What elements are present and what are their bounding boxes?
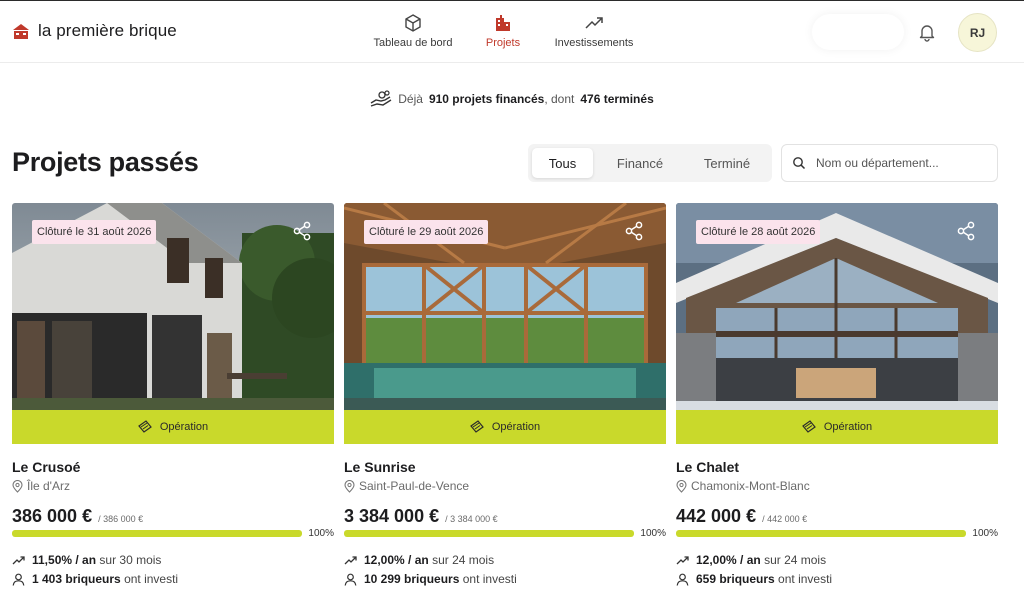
stats-line: Déjà 910 projets financés , dont 476 ter… <box>0 90 1024 108</box>
progress-fill <box>676 530 966 537</box>
search-icon <box>793 157 806 170</box>
rate-value: 12,00% / an <box>364 553 429 567</box>
progress-fill <box>12 530 302 537</box>
filter-all[interactable]: Tous <box>532 148 593 178</box>
top-navigation-bar: la première brique Tableau de bord Proje… <box>0 0 1024 63</box>
header-search-pill[interactable] <box>812 14 904 50</box>
nav-item-dashboard[interactable]: Tableau de bord <box>373 13 453 49</box>
cube-icon <box>405 14 421 32</box>
progress-bar <box>12 530 302 537</box>
operation-banner: Opération <box>344 410 666 444</box>
page-title: Projets passés <box>12 147 199 177</box>
amount-target: / 3 384 000 € <box>445 514 498 524</box>
amount-target: / 386 000 € <box>98 514 144 524</box>
share-icon[interactable] <box>956 221 976 241</box>
project-name[interactable]: Le Sunrise <box>344 459 416 475</box>
avatar[interactable]: RJ <box>958 13 997 52</box>
share-icon[interactable] <box>624 221 644 241</box>
project-search <box>781 144 998 182</box>
stats-financed: 910 projets financés <box>428 92 545 106</box>
investors-number: 1 403 briqueurs <box>32 572 121 586</box>
progress-bar <box>676 530 966 537</box>
project-card[interactable]: Clôturé le 28 août 2026 Opération Le Cha… <box>676 203 998 604</box>
stats-completed: 476 terminés <box>580 92 654 106</box>
stats-prefix: Déjà <box>398 92 423 106</box>
project-search-input[interactable] <box>816 156 986 170</box>
project-location: Chamonix-Mont-Blanc <box>676 479 810 493</box>
investors-count: 659 briqueurs ont investi <box>676 572 832 586</box>
project-card[interactable]: Clôturé le 31 août 2026 Opération Le Cru… <box>12 203 334 604</box>
nav-label-dashboard: Tableau de bord <box>373 37 453 49</box>
closing-date-badge: Clôturé le 29 août 2026 <box>364 220 489 244</box>
project-amount: 386 000 € / 386 000 € <box>12 506 143 527</box>
investors-count: 10 299 briqueurs ont investi <box>344 572 517 586</box>
investors-number: 10 299 briqueurs <box>364 572 460 586</box>
project-amount: 3 384 000 € / 3 384 000 € <box>344 506 498 527</box>
progress-percent: 100% <box>640 528 666 539</box>
operation-label: Opération <box>491 421 541 433</box>
filter-financed[interactable]: Financé <box>606 148 674 178</box>
trend-up-icon <box>12 555 25 564</box>
return-rate: 12,00% / an sur 24 mois <box>676 553 826 567</box>
location-label: Île d'Arz <box>27 479 70 493</box>
closing-date-badge: Clôturé le 28 août 2026 <box>696 220 821 244</box>
progress-percent: 100% <box>972 528 998 539</box>
user-icon <box>344 573 357 586</box>
progress-percent: 100% <box>308 528 334 539</box>
location-pin-icon <box>676 479 687 493</box>
bell-icon[interactable] <box>917 22 937 42</box>
rate-duration: sur 24 mois <box>764 553 827 567</box>
amount-target: / 442 000 € <box>762 514 808 524</box>
filter-tabs: Tous Financé Terminé <box>528 144 772 182</box>
location-pin-icon <box>12 479 23 493</box>
project-name[interactable]: Le Crusoé <box>12 459 80 475</box>
rate-duration: sur 30 mois <box>99 553 162 567</box>
operation-label: Opération <box>159 421 209 433</box>
project-amount: 442 000 € / 442 000 € <box>676 506 807 527</box>
return-rate: 12,00% / an sur 24 mois <box>344 553 494 567</box>
return-rate: 11,50% / an sur 30 mois <box>12 553 161 567</box>
filter-completed[interactable]: Terminé <box>692 148 762 178</box>
trend-up-icon <box>676 555 689 564</box>
ticket-icon <box>137 420 152 433</box>
progress-fill <box>344 530 634 537</box>
investors-suffix: ont investi <box>778 572 833 586</box>
amount-raised: 442 000 € <box>676 506 757 526</box>
hand-coins-icon <box>370 90 392 107</box>
investors-number: 659 briqueurs <box>696 572 775 586</box>
ticket-icon <box>801 420 816 433</box>
nav-label-projects: Projets <box>485 37 521 49</box>
amount-raised: 386 000 € <box>12 506 93 526</box>
investors-count: 1 403 briqueurs ont investi <box>12 572 178 586</box>
investors-suffix: ont investi <box>124 572 179 586</box>
progress-bar <box>344 530 634 537</box>
nav-item-investments[interactable]: Investissements <box>553 13 635 49</box>
user-icon <box>12 573 25 586</box>
share-icon[interactable] <box>292 221 312 241</box>
location-label: Chamonix-Mont-Blanc <box>691 479 810 493</box>
amount-raised: 3 384 000 € <box>344 506 440 526</box>
project-location: Saint-Paul-de-Vence <box>344 479 469 493</box>
project-card[interactable]: Clôturé le 29 août 2026 Opération Le Sun… <box>344 203 666 604</box>
ticket-icon <box>469 420 484 433</box>
operation-label: Opération <box>823 421 873 433</box>
operation-banner: Opération <box>12 410 334 444</box>
trend-up-icon <box>344 555 357 564</box>
trend-up-icon <box>585 17 603 29</box>
project-location: Île d'Arz <box>12 479 70 493</box>
operation-banner: Opération <box>676 410 998 444</box>
nav-item-projects[interactable]: Projets <box>484 13 522 49</box>
rate-duration: sur 24 mois <box>432 553 495 567</box>
investors-suffix: ont investi <box>462 572 517 586</box>
stats-middle: , dont <box>544 92 575 106</box>
closing-date-badge: Clôturé le 31 août 2026 <box>32 220 157 244</box>
location-label: Saint-Paul-de-Vence <box>359 479 470 493</box>
rate-value: 11,50% / an <box>32 553 97 567</box>
location-pin-icon <box>344 479 355 493</box>
project-name[interactable]: Le Chalet <box>676 459 739 475</box>
user-icon <box>676 573 689 586</box>
rate-value: 12,00% / an <box>696 553 761 567</box>
nav-label-investments: Investissements <box>554 37 634 49</box>
building-icon <box>496 15 510 31</box>
